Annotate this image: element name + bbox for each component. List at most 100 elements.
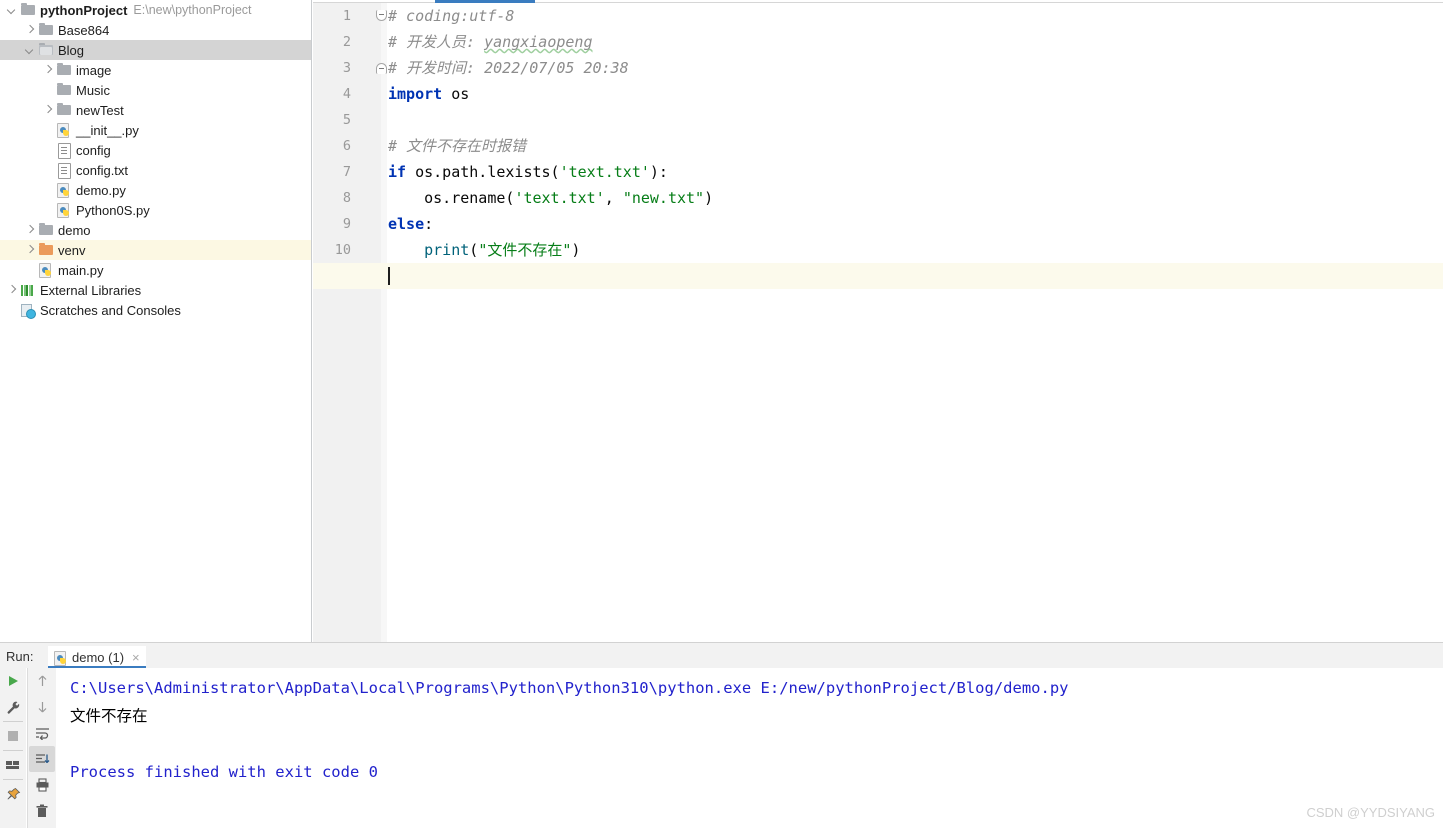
code-token: "文件不存在": [478, 241, 572, 259]
fold-marker-icon[interactable]: [376, 10, 387, 21]
code-editor[interactable]: 1234567891011 # coding:utf-8# 开发人员: yang…: [313, 0, 1443, 642]
print-button[interactable]: [29, 772, 55, 798]
up-button[interactable]: [29, 668, 55, 694]
tree-row-config[interactable]: config: [0, 140, 311, 160]
code-line[interactable]: # 文件不存在时报错: [388, 133, 526, 159]
code-token: yangxiaopeng: [484, 33, 593, 51]
code-token: ):: [649, 163, 668, 181]
toolbar-separator: [3, 779, 23, 780]
code-line[interactable]: # 开发人员: yangxiaopeng: [388, 29, 593, 55]
tree-item-label: config: [76, 142, 111, 158]
tree-item-label: Music: [76, 82, 110, 98]
down-button[interactable]: [29, 694, 55, 720]
code-line[interactable]: # 开发时间: 2022/07/05 20:38: [388, 55, 629, 81]
code-content[interactable]: # coding:utf-8 # 开发人员: yangxiaopeng # 开发时间…: [313, 3, 1443, 642]
fold-gutter[interactable]: [376, 3, 387, 642]
text-caret: [388, 267, 390, 285]
folder-icon: [37, 222, 55, 238]
tree-row-scratches-and-consoles[interactable]: Scratches and Consoles: [0, 300, 311, 320]
tree-row-demo[interactable]: demo: [0, 220, 311, 240]
toolbar-separator: [3, 721, 23, 722]
chevron-right-icon[interactable]: [42, 64, 55, 77]
clear-all-button[interactable]: [29, 798, 55, 824]
tree-row-newtest[interactable]: newTest: [0, 100, 311, 120]
chevron-right-icon[interactable]: [24, 224, 37, 237]
layout-button[interactable]: [0, 752, 26, 778]
tree-row-root[interactable]: pythonProject E:\new\pythonProject: [0, 0, 311, 20]
code-line[interactable]: os.rename('text.txt', "new.txt"): [388, 185, 713, 211]
debug-settings-button[interactable]: [0, 694, 26, 720]
project-tree-panel[interactable]: pythonProject E:\new\pythonProject Base8…: [0, 0, 312, 642]
tree-item-label: demo: [58, 222, 91, 238]
code-token: if: [388, 163, 407, 181]
chevron-right-icon[interactable]: [42, 104, 55, 117]
code-token: 'text.txt': [559, 163, 650, 181]
code-line[interactable]: import os: [388, 81, 469, 107]
code-token: os.path.lexists(: [406, 163, 560, 181]
tree-row-python0s-py[interactable]: Python0S.py: [0, 200, 311, 220]
code-token: os.rename(: [388, 189, 515, 207]
tree-row-init-py[interactable]: __init__.py: [0, 120, 311, 140]
soft-wrap-icon: [35, 727, 49, 740]
run-tool-window: Run: demo (1) × C:\Users\Administrator\A…: [0, 646, 1443, 828]
python-file-icon: [55, 122, 73, 138]
stop-button[interactable]: [0, 723, 26, 749]
tree-row-image[interactable]: image: [0, 60, 311, 80]
code-token: # 开发时间: 2022/07/05 20:38: [388, 59, 629, 77]
console-line: Process finished with exit code 0: [70, 763, 378, 781]
pycharm-window: pythonProject E:\new\pythonProject Base8…: [0, 0, 1443, 828]
code-token: # 文件不存在时报错: [388, 137, 527, 155]
chevron-right-icon[interactable]: [24, 24, 37, 37]
tree-row-external-libraries[interactable]: External Libraries: [0, 280, 311, 300]
code-token: os: [442, 85, 470, 103]
code-line[interactable]: print("文件不存在"): [388, 237, 580, 263]
pin-icon: [6, 787, 20, 800]
tree-row-main-py[interactable]: main.py: [0, 260, 311, 280]
folder-icon: [55, 62, 73, 78]
stop-icon: [8, 731, 18, 741]
chevron-right-icon[interactable]: [24, 244, 37, 257]
chevron-right-icon[interactable]: [6, 284, 19, 297]
code-token: import: [388, 85, 443, 103]
pin-tab-button[interactable]: [0, 781, 26, 807]
soft-wrap-button[interactable]: [29, 720, 55, 746]
tree-item-label: Scratches and Consoles: [40, 302, 181, 318]
editor-gutter[interactable]: 1234567891011: [313, 3, 387, 642]
folder-icon: [37, 22, 55, 38]
project-root-label: pythonProject: [40, 2, 128, 18]
folder-icon: [55, 102, 73, 118]
tree-row-blog[interactable]: Blog: [0, 40, 311, 60]
tree-item-label: image: [76, 62, 112, 78]
code-token: else: [388, 215, 425, 233]
chevron-down-icon[interactable]: [6, 4, 19, 17]
tree-row-base864[interactable]: Base864: [0, 20, 311, 40]
code-line[interactable]: if os.path.lexists('text.txt'):: [388, 159, 668, 185]
text-file-icon: [55, 142, 73, 159]
console-output[interactable]: C:\Users\Administrator\AppData\Local\Pro…: [56, 668, 1443, 828]
project-root-path: E:\new\pythonProject: [133, 3, 252, 17]
layout-icon: [6, 761, 19, 769]
code-line[interactable]: # coding:utf-8: [388, 3, 514, 29]
watermark-label: CSDN @YYDSIYANG: [1306, 805, 1435, 820]
tree-row-venv[interactable]: venv: [0, 240, 311, 260]
close-icon[interactable]: ×: [132, 651, 140, 664]
tree-row-config-txt[interactable]: config.txt: [0, 160, 311, 180]
run-toolbar-left[interactable]: [0, 668, 26, 828]
folder-orange-icon: [37, 242, 55, 258]
folder-icon: [55, 82, 73, 98]
chevron-down-icon[interactable]: [24, 44, 37, 57]
folder-icon: [19, 2, 37, 18]
scroll-to-end-button[interactable]: [29, 746, 55, 772]
run-tab-demo[interactable]: demo (1) ×: [48, 646, 146, 668]
run-toolbar-right[interactable]: [27, 668, 56, 828]
fold-marker-icon[interactable]: [376, 63, 387, 74]
tree-row-demo-py[interactable]: demo.py: [0, 180, 311, 200]
code-token: :: [424, 215, 434, 233]
code-line[interactable]: else:: [388, 211, 433, 237]
rerun-button[interactable]: [0, 668, 26, 694]
code-token: 'text.txt': [514, 189, 605, 207]
tree-row-music[interactable]: Music: [0, 80, 311, 100]
tree-item-label: Python0S.py: [76, 202, 150, 218]
